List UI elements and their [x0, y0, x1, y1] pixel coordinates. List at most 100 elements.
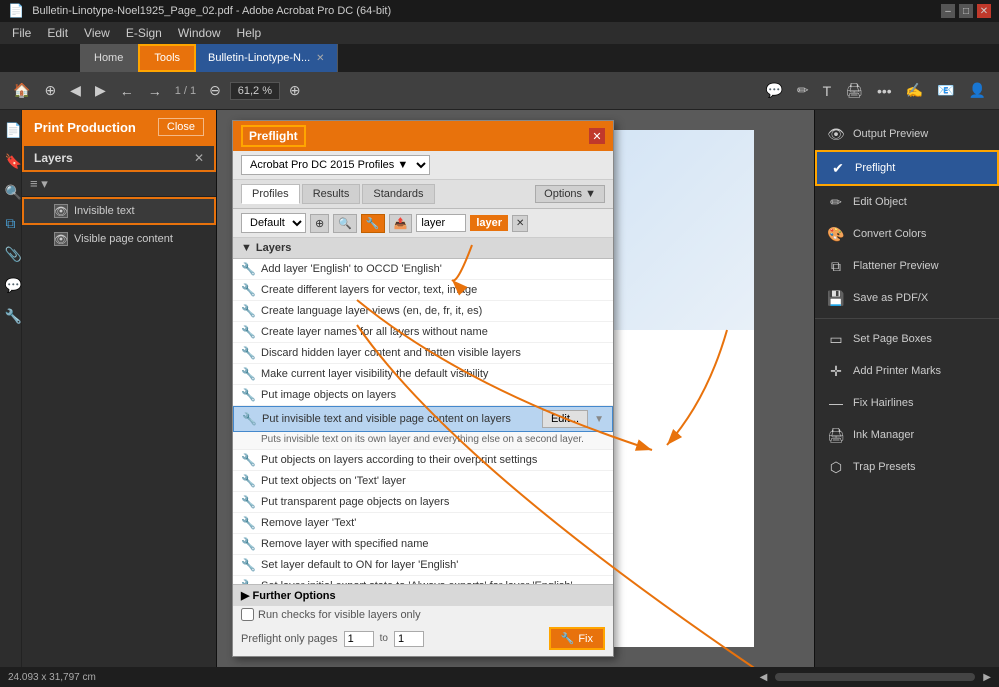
tab-document[interactable]: Bulletin-Linotype-N... ✕: [196, 44, 338, 72]
pages-from-input[interactable]: [344, 631, 374, 647]
tab-profiles[interactable]: Profiles: [241, 184, 300, 204]
close-button[interactable]: ✕: [977, 4, 991, 18]
title-bar-controls[interactable]: – □ ✕: [941, 4, 991, 18]
list-item[interactable]: 🔧 Put objects on layers according to the…: [233, 450, 613, 471]
list-item-highlighted[interactable]: 🔧 Put invisible text and visible page co…: [233, 406, 613, 432]
left-sidebar: 📄 🔖 🔍 ⧉ 📎 💬 🔧: [0, 110, 22, 667]
tool-back[interactable]: ◀: [65, 79, 86, 102]
list-item[interactable]: 🔧 Create layer names for all layers with…: [233, 322, 613, 343]
dialog-tool-wrench[interactable]: 🔧: [361, 214, 385, 233]
list-item[interactable]: 🔧 Discard hidden layer content and flatt…: [233, 343, 613, 364]
list-item[interactable]: 🔧 Make current layer visibility the defa…: [233, 364, 613, 385]
right-panel-trap-presets[interactable]: ⬡ Trap Presets: [815, 451, 999, 483]
sidebar-layers[interactable]: ⧉: [1, 211, 21, 236]
right-panel-convert-colors[interactable]: 🎨 Convert Colors: [815, 218, 999, 250]
edit-button[interactable]: Edit...: [542, 410, 588, 428]
profile-select[interactable]: Acrobat Pro DC 2015 Profiles ▼: [241, 155, 430, 175]
list-item[interactable]: 🔧 Create different layers for vector, te…: [233, 280, 613, 301]
list-item[interactable]: 🔧 Set layer default to ON for layer 'Eng…: [233, 555, 613, 576]
tool-sign[interactable]: ✍: [901, 79, 928, 102]
trap-presets-icon: ⬡: [827, 458, 845, 476]
sidebar-search[interactable]: 🔍: [1, 180, 21, 205]
tool-pen[interactable]: ✏: [792, 79, 814, 102]
layer-search-input[interactable]: [416, 214, 466, 232]
sidebar-comments[interactable]: 💬: [1, 273, 21, 298]
tab-results[interactable]: Results: [302, 184, 361, 204]
tool-more[interactable]: •••: [872, 80, 897, 102]
printer-marks-icon: ✛: [827, 362, 845, 380]
scroll-bar[interactable]: [775, 673, 975, 681]
tool-nav-back[interactable]: ←: [115, 80, 139, 102]
options-button[interactable]: Options ▼: [535, 185, 605, 203]
menu-help[interactable]: Help: [229, 24, 270, 42]
dialog-tool-new[interactable]: ⊕: [310, 214, 329, 233]
tab-home[interactable]: Home: [80, 44, 138, 72]
sidebar-page-thumbnail[interactable]: 📄: [1, 118, 21, 143]
tool-account[interactable]: 👤: [964, 79, 991, 102]
list-item[interactable]: 🔧 Add layer 'English' to OCCD 'English': [233, 259, 613, 280]
minimize-button[interactable]: –: [941, 4, 955, 18]
tool-zoom-in[interactable]: ⊕: [284, 79, 306, 102]
list-item[interactable]: 🔧 Remove layer 'Text': [233, 513, 613, 534]
tool-select[interactable]: 🏠: [8, 79, 35, 102]
right-panel-preflight[interactable]: ✔ Preflight: [815, 150, 999, 186]
tab-tools[interactable]: Tools: [138, 44, 196, 72]
right-panel-ink-manager[interactable]: 🖨 Ink Manager: [815, 419, 999, 451]
right-panel-output-preview[interactable]: 👁 Output Preview: [815, 118, 999, 150]
layers-item-invisible-text[interactable]: 👁 Invisible text: [22, 197, 216, 225]
print-production-close[interactable]: Close: [158, 118, 204, 136]
list-item[interactable]: 🔧 Put image objects on layers: [233, 385, 613, 406]
edit-object-icon: ✏: [827, 193, 845, 211]
menu-view[interactable]: View: [76, 24, 118, 42]
tool-nav-fwd[interactable]: →: [143, 80, 167, 102]
zoom-input[interactable]: [230, 82, 280, 100]
tool-share[interactable]: 📧: [932, 79, 959, 102]
layer-visibility-icon: 👁: [54, 204, 68, 218]
menu-window[interactable]: Window: [170, 24, 229, 42]
dialog-tool-export[interactable]: 📤: [389, 214, 413, 233]
list-item[interactable]: 🔧 Create language layer views (en, de, f…: [233, 301, 613, 322]
menu-edit[interactable]: Edit: [39, 24, 76, 42]
list-item[interactable]: 🔧 Put transparent page objects on layers: [233, 492, 613, 513]
layers-item-visible-content[interactable]: 👁 Visible page content: [22, 225, 216, 253]
tab-standards[interactable]: Standards: [362, 184, 434, 204]
layers-close-icon[interactable]: ✕: [194, 151, 204, 165]
right-panel-flattener[interactable]: ⧉ Flattener Preview: [815, 250, 999, 282]
dialog-tool-search[interactable]: 🔍: [333, 214, 357, 233]
right-panel-edit-object[interactable]: ✏ Edit Object: [815, 186, 999, 218]
menu-esign[interactable]: E-Sign: [118, 24, 170, 42]
default-dropdown[interactable]: Default: [241, 213, 306, 233]
tool-page-prev[interactable]: ⊕: [39, 79, 61, 102]
collapse-icon[interactable]: ▼: [241, 242, 252, 254]
right-panel-save-pdfx[interactable]: 💾 Save as PDF/X: [815, 282, 999, 314]
scroll-left[interactable]: ◀: [760, 672, 768, 683]
item-text: Add layer 'English' to OCCD 'English': [261, 263, 605, 275]
list-item[interactable]: 🔧 Set layer initial export state to 'Alw…: [233, 576, 613, 584]
tool-stamp[interactable]: 🖨: [840, 79, 868, 102]
dialog-footer-title[interactable]: ▶ Further Options: [233, 584, 613, 606]
scroll-right[interactable]: ▶: [983, 672, 991, 683]
tool-comment[interactable]: 💬: [760, 79, 787, 102]
maximize-button[interactable]: □: [959, 4, 973, 18]
ink-manager-label: Ink Manager: [853, 429, 914, 441]
list-item[interactable]: 🔧 Put text objects on 'Text' layer: [233, 471, 613, 492]
menu-file[interactable]: File: [4, 24, 39, 42]
sidebar-bookmarks[interactable]: 🔖: [1, 149, 21, 174]
list-item[interactable]: 🔧 Remove layer with specified name: [233, 534, 613, 555]
visible-layers-checkbox[interactable]: [241, 608, 254, 621]
dialog-tool-clear[interactable]: ✕: [512, 215, 528, 232]
tool-zoom-out[interactable]: ⊖: [204, 79, 226, 102]
fix-button[interactable]: 🔧 Fix: [549, 627, 605, 650]
layer-label: layer: [470, 215, 508, 231]
tool-text[interactable]: T: [818, 80, 837, 102]
sidebar-attachments[interactable]: 📎: [1, 242, 21, 267]
tab-close-icon[interactable]: ✕: [316, 53, 324, 64]
layers-menu-icon[interactable]: ≡ ▾: [30, 176, 48, 192]
tool-forward[interactable]: ▶: [90, 79, 111, 102]
pages-to-input[interactable]: [394, 631, 424, 647]
sidebar-tools[interactable]: 🔧: [1, 304, 21, 329]
right-panel-printer-marks[interactable]: ✛ Add Printer Marks: [815, 355, 999, 387]
right-panel-page-boxes[interactable]: ▭ Set Page Boxes: [815, 323, 999, 355]
dialog-close-button[interactable]: ✕: [589, 128, 605, 144]
right-panel-hairlines[interactable]: — Fix Hairlines: [815, 387, 999, 419]
